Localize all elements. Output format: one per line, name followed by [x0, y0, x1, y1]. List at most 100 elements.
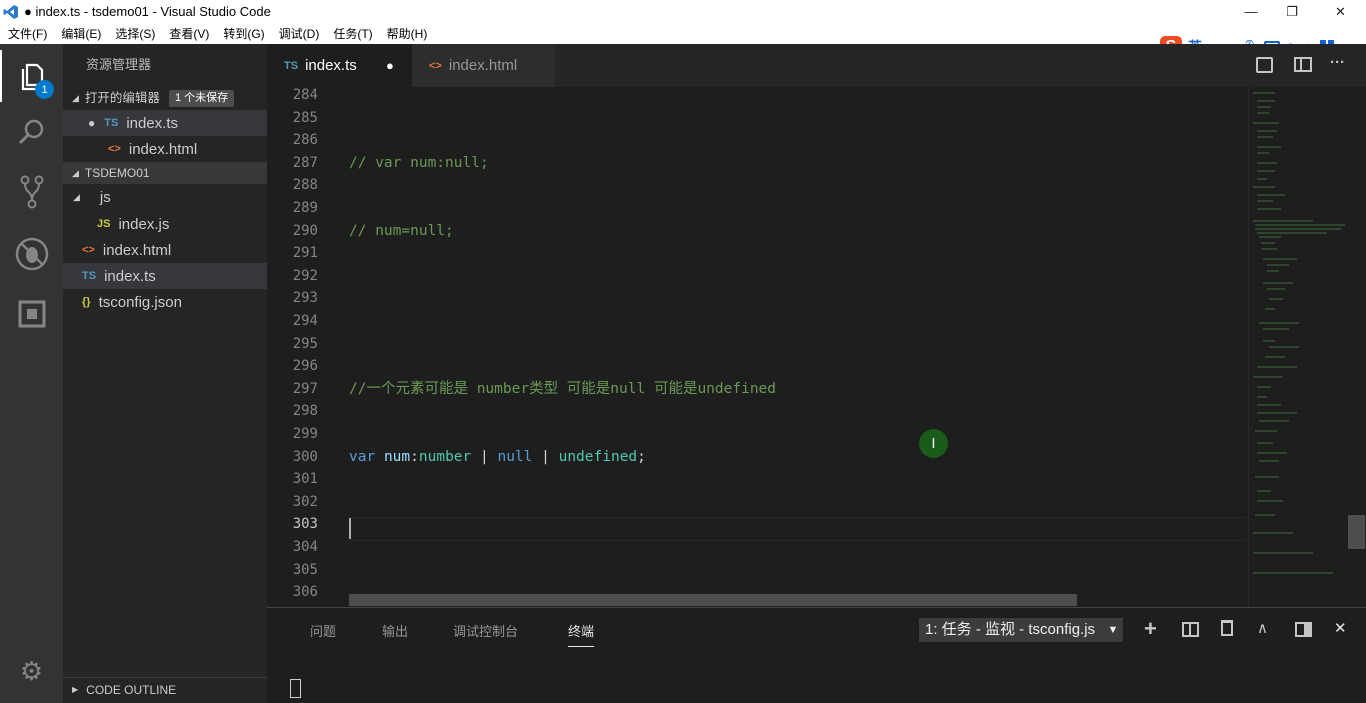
terminal-cursor[interactable] [290, 679, 301, 698]
explorer-activity[interactable]: 1 [0, 50, 63, 102]
code-token: ; [637, 448, 646, 465]
file-label: index.js [118, 215, 170, 233]
split-editor-icon[interactable] [1294, 57, 1312, 72]
search-activity[interactable] [0, 106, 63, 158]
menu-file[interactable]: 文件(F) [0, 25, 53, 42]
minimize-button[interactable]: — [1228, 0, 1274, 23]
tab-index-html[interactable]: <> index.html [412, 44, 555, 87]
caret-down-icon: ◢ [72, 168, 79, 178]
line-number: 302 [292, 493, 318, 510]
open-editor-index-ts[interactable]: ● TS index.ts [63, 110, 267, 136]
extensions-activity[interactable] [0, 288, 63, 340]
line-number: 297 [292, 380, 318, 397]
settings-activity[interactable]: ⚙ [0, 645, 63, 697]
menu-debug[interactable]: 调试(D) [271, 25, 326, 42]
line-number: 289 [292, 200, 318, 216]
file-index-js[interactable]: JS index.js [63, 211, 267, 237]
project-header-tsdemo01[interactable]: ◢ TSDEMO01 [63, 162, 267, 184]
file-index-ts[interactable]: TS index.ts [63, 263, 267, 289]
search-icon [18, 119, 43, 145]
tab-dirty-icon[interactable]: ● [386, 58, 394, 73]
maximize-button[interactable]: ❐ [1269, 0, 1315, 23]
tab-output[interactable]: 输出 [382, 621, 408, 640]
open-editor-label: index.ts [126, 114, 179, 132]
line-number: 305 [292, 561, 318, 578]
vscode-logo-icon [0, 1, 22, 23]
menu-go[interactable]: 转到(G) [215, 25, 270, 42]
text-cursor [349, 518, 351, 539]
horizontal-scrollbar[interactable] [349, 594, 1077, 606]
open-preview-icon[interactable] [1256, 57, 1273, 73]
extensions-icon [18, 300, 45, 328]
tab-debug-console[interactable]: 调试控制台 [453, 621, 518, 640]
code-line: //一个元素可能是 number类型 可能是null 可能是undefined [349, 378, 776, 401]
menu-tasks[interactable]: 任务(T) [325, 25, 378, 42]
code-editor[interactable]: 284 285 286 287 288 289 290 291 292 293 294 295 296 2… [267, 87, 1366, 607]
menu-selection[interactable]: 选择(S) [107, 25, 161, 42]
more-actions-icon[interactable]: ··· [1330, 54, 1345, 71]
menu-help[interactable]: 帮助(H) [379, 25, 434, 42]
current-line-highlight [347, 517, 1247, 541]
open-editors-label: 打开的编辑器 [84, 91, 160, 105]
html-file-icon: <> [82, 244, 95, 256]
chevron-down-icon: ▼ [1103, 618, 1123, 642]
line-number: 286 [292, 132, 318, 149]
dirty-dot-icon[interactable]: ● [88, 116, 95, 130]
maximize-panel-icon[interactable]: ∧ [1257, 619, 1268, 637]
line-number: 288 [292, 177, 318, 194]
line-number: 304 [292, 539, 318, 555]
debug-activity[interactable] [0, 228, 63, 280]
line-number: 285 [292, 109, 318, 126]
line-number: 293 [292, 290, 318, 307]
terminal-select[interactable]: 1: 任务 - 监视 - tsconfig.js ▼ [919, 618, 1123, 642]
code-outline-header[interactable]: ▶ CODE OUTLINE [63, 677, 267, 701]
caret-right-icon: ▶ [72, 684, 79, 694]
caret-down-icon: ◢ [73, 192, 80, 202]
line-number: 303 [292, 516, 318, 533]
file-index-html[interactable]: <> index.html [63, 237, 267, 263]
tab-terminal[interactable]: 终端 [568, 621, 595, 647]
javascript-file-icon: JS [97, 218, 111, 230]
line-number: 306 [292, 584, 318, 601]
source-control-activity[interactable] [0, 166, 63, 218]
line-number: 300 [292, 448, 318, 465]
file-label: tsconfig.json [98, 293, 182, 311]
menu-edit[interactable]: 编辑(E) [53, 25, 107, 42]
tab-index-ts[interactable]: TS index.ts ● [267, 44, 412, 87]
folder-js[interactable]: ◢ js [63, 184, 267, 211]
code-line: var num:number | null | undefined; [349, 446, 646, 469]
tab-problems[interactable]: 问题 [310, 621, 336, 640]
bottom-panel: 问题 输出 调试控制台 终端 1: 任务 - 监视 - tsconfig.js … [267, 607, 1366, 703]
line-number: 292 [292, 267, 318, 284]
close-panel-icon[interactable]: ✕ [1334, 619, 1347, 637]
minimap[interactable] [1248, 87, 1346, 607]
open-editors-header[interactable]: ◢ 打开的编辑器 1 个未保存 [63, 86, 267, 110]
close-window-button[interactable]: ✕ [1315, 0, 1366, 23]
toggle-panel-position-icon[interactable] [1295, 622, 1312, 637]
line-number: 290 [292, 222, 318, 239]
html-file-icon: <> [429, 59, 442, 72]
code-token: // num=null; [349, 222, 454, 239]
code-token: num [383, 448, 411, 465]
code-token: null [497, 448, 533, 465]
vertical-scrollbar-thumb[interactable] [1348, 515, 1365, 549]
file-label: index.html [102, 241, 172, 259]
file-tsconfig-json[interactable]: {} tsconfig.json [63, 289, 267, 315]
kill-terminal-icon[interactable] [1221, 620, 1233, 636]
git-branch-icon [20, 175, 43, 209]
menu-view[interactable]: 查看(V) [161, 25, 215, 42]
code-token: | [471, 448, 498, 465]
code-line: // var num:null; [349, 152, 489, 175]
code-line: // num=null; [349, 220, 454, 243]
editor-tabs: TS index.ts ● <> index.html ··· [267, 44, 1366, 87]
unsaved-badge: 1 个未保存 [168, 89, 235, 107]
code-token: undefined [558, 448, 638, 465]
new-terminal-icon[interactable]: + [1144, 616, 1157, 642]
line-number: 291 [292, 245, 318, 262]
open-editor-index-html[interactable]: <> index.html [63, 136, 267, 162]
typescript-file-icon: TS [104, 117, 119, 129]
split-terminal-icon[interactable] [1182, 622, 1199, 637]
debug-no-bug-icon [15, 237, 48, 271]
explorer-title: 资源管理器 [86, 57, 152, 72]
